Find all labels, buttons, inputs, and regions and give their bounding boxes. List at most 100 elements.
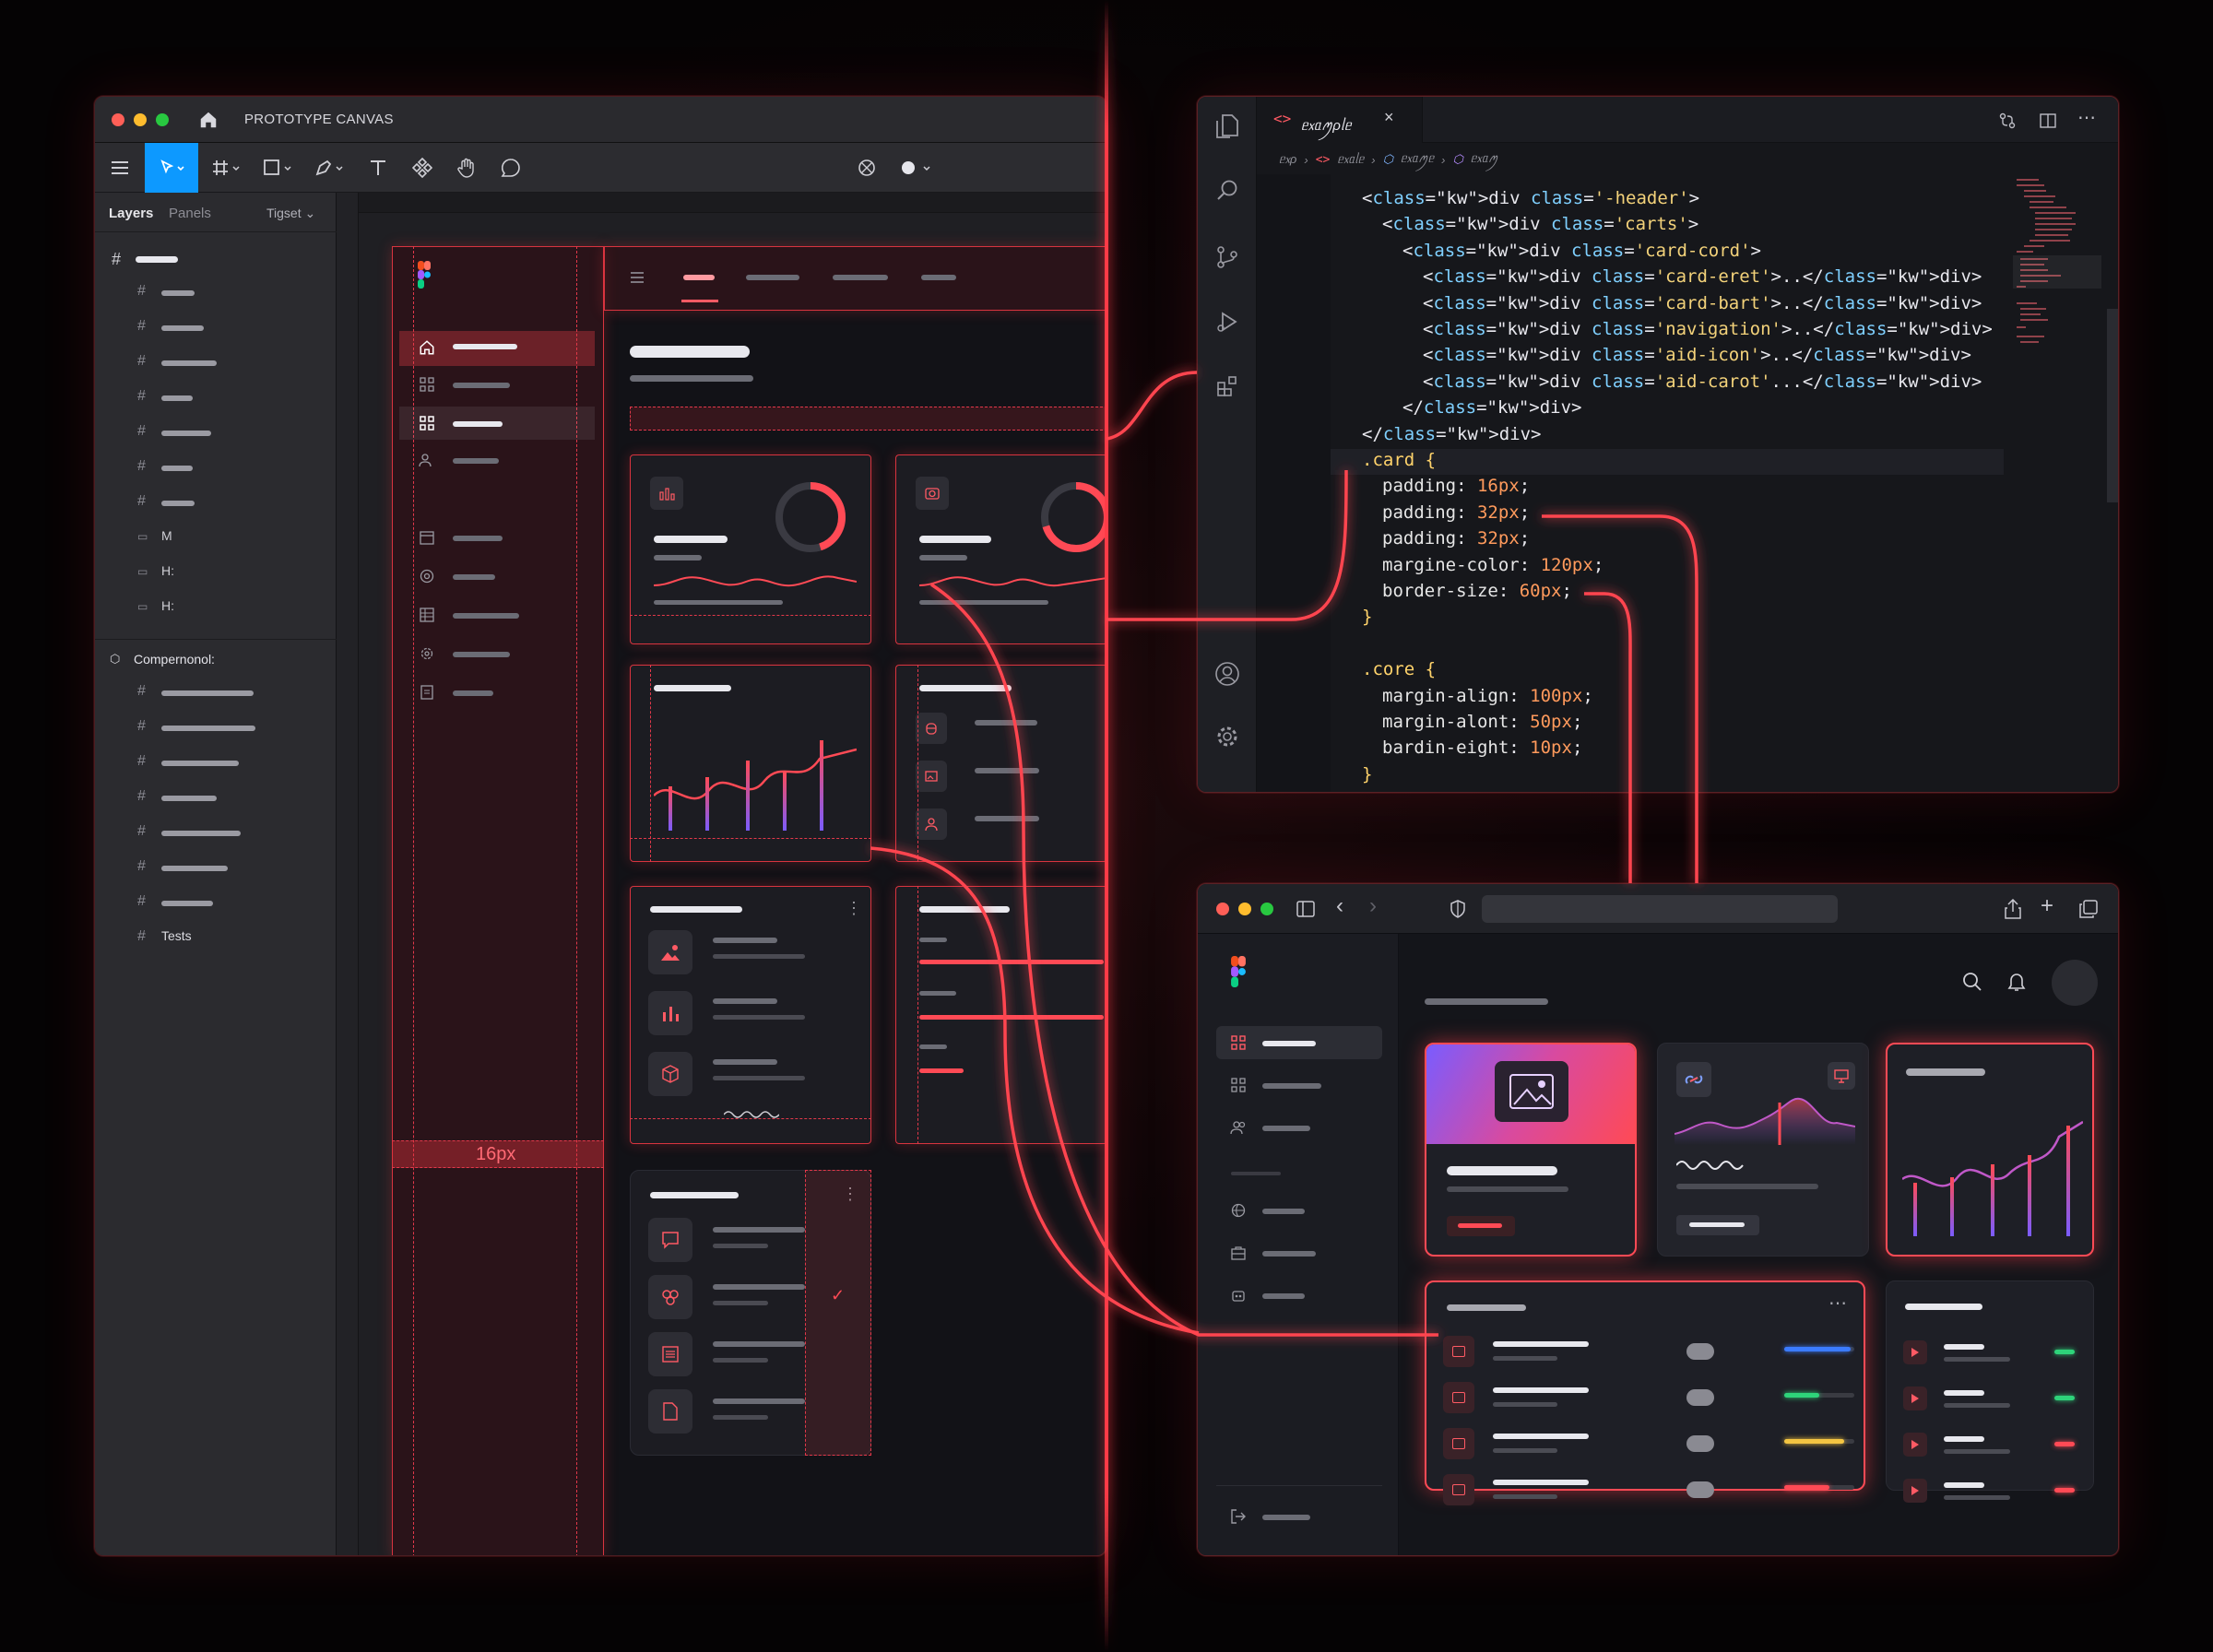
new-tab-icon[interactable]: + [2041, 893, 2053, 919]
bell-icon[interactable] [2004, 969, 2030, 995]
header-tab[interactable] [833, 275, 888, 280]
app-nav-label[interactable] [1262, 1126, 1310, 1131]
layer-name[interactable] [161, 360, 217, 366]
more-icon[interactable]: ⋮ [846, 899, 862, 918]
more-actions-icon[interactable]: ⋯ [1828, 1292, 1847, 1315]
header-tab-active[interactable] [683, 275, 715, 280]
component-name[interactable] [161, 690, 254, 696]
assets-icon[interactable] [853, 154, 881, 182]
code-area[interactable]: <class="kw">div class='-header'> <class="… [1362, 185, 2007, 792]
code-line[interactable]: padding: 32px; [1382, 525, 1530, 551]
breadcrumb-item[interactable]: ᥱ᥊ρ [1279, 152, 1296, 167]
layer-name[interactable] [161, 290, 195, 296]
code-line[interactable]: .card { [1362, 447, 1436, 473]
code-line[interactable]: </class="kw">div> [1362, 421, 1541, 447]
logout-icon[interactable] [1229, 1507, 1248, 1526]
code-line[interactable]: margin-alont: 50px; [1382, 709, 1582, 735]
component-name[interactable] [161, 796, 217, 801]
sidebar-toggle-icon[interactable] [1294, 897, 1318, 921]
back-icon[interactable]: ‹ [1336, 893, 1343, 919]
code-line[interactable]: padding: 16px; [1382, 473, 1530, 499]
prototype-play-icon[interactable] [897, 154, 940, 182]
frame-sidebar[interactable] [392, 246, 604, 1555]
app-card-bar-chart[interactable] [1886, 1043, 2094, 1257]
rectangle-tool-icon[interactable] [261, 154, 298, 182]
app-nav-label[interactable] [1262, 1293, 1305, 1299]
table-row[interactable] [1443, 1428, 1854, 1461]
code-line[interactable]: <class="kw">div class='aid-icon'>..</cla… [1423, 342, 1971, 368]
frame-tool-icon[interactable] [209, 154, 246, 182]
table-row[interactable] [1443, 1474, 1854, 1507]
app-nav-label[interactable] [1262, 1209, 1305, 1214]
code-line[interactable]: <class="kw">div class='navigation'>..</c… [1423, 316, 1993, 342]
code-line[interactable]: margin-align: 100px; [1382, 683, 1593, 709]
layer-name[interactable] [161, 395, 193, 401]
layers-tab[interactable]: Layers [109, 206, 153, 221]
list-item[interactable] [1903, 1386, 2078, 1416]
component-tool-icon[interactable] [408, 154, 436, 182]
toggle-icon[interactable] [1686, 1343, 1714, 1360]
table-row[interactable] [1443, 1336, 1854, 1369]
app-card-sparkline[interactable] [1657, 1043, 1869, 1257]
home-icon[interactable] [196, 108, 220, 132]
comment-tool-icon[interactable] [497, 154, 525, 182]
move-tool-button[interactable] [145, 143, 198, 193]
code-line[interactable]: <class="kw">div class='aid-carot'...</cl… [1423, 369, 1982, 395]
split-editor-icon[interactable] [2037, 110, 2059, 132]
component-name[interactable] [161, 901, 213, 906]
search-icon[interactable] [1213, 176, 1242, 206]
gear-icon[interactable] [1213, 722, 1242, 751]
toggle-icon[interactable] [1686, 1435, 1714, 1452]
minimize-button[interactable] [134, 113, 147, 126]
toggle-icon[interactable] [1686, 1481, 1714, 1498]
layer-frame-name[interactable] [136, 256, 178, 263]
component-name[interactable] [161, 726, 255, 731]
scrollbar-thumb[interactable] [2107, 309, 2118, 502]
header-tab[interactable] [921, 275, 956, 280]
source-control-icon[interactable] [1213, 242, 1242, 272]
avatar[interactable] [2052, 960, 2098, 1006]
address-bar[interactable] [1482, 895, 1838, 923]
close-icon[interactable]: × [1384, 108, 1394, 127]
layer-name[interactable] [161, 325, 204, 331]
tigset-dropdown[interactable]: Tigset ⌄ [266, 206, 315, 221]
close-button[interactable] [112, 113, 124, 126]
code-line[interactable]: } [1362, 604, 1372, 630]
component-tests[interactable]: Tests [161, 928, 192, 943]
layer-name[interactable] [161, 466, 193, 471]
forward-icon[interactable]: › [1369, 893, 1377, 919]
account-icon[interactable] [1213, 659, 1242, 689]
app-nav-label[interactable] [1262, 1515, 1310, 1520]
more-actions-icon[interactable]: ⋯ [2077, 106, 2096, 129]
code-line[interactable]: <class="kw">div class='card-bart'>..</cl… [1423, 290, 1982, 316]
header-tab[interactable] [746, 275, 799, 280]
minimap[interactable] [2011, 174, 2103, 451]
file-tab-title[interactable]: PROTOTYPE CANVAS [244, 112, 394, 127]
code-line[interactable]: padding: 32px; [1382, 500, 1530, 525]
component-name[interactable] [161, 831, 241, 836]
app-card-status-list[interactable] [1886, 1280, 2094, 1503]
shield-icon[interactable] [1447, 897, 1469, 921]
check-icon[interactable]: ✓ [831, 1286, 845, 1305]
breadcrumb-item[interactable]: ᥱ᥊ᥲᥣᥱ [1337, 152, 1364, 167]
extensions-icon[interactable] [1213, 372, 1242, 401]
components-section-label[interactable]: Compernonol: [134, 652, 215, 667]
code-line[interactable]: .core { [1362, 656, 1436, 682]
layer-name[interactable] [161, 431, 211, 436]
minimize-button[interactable] [1238, 903, 1251, 915]
zoom-button[interactable] [156, 113, 169, 126]
run-debug-icon[interactable] [1213, 307, 1242, 336]
menu-icon[interactable] [106, 154, 134, 182]
pen-tool-icon[interactable] [313, 154, 349, 182]
code-line[interactable]: margine-color: 120px; [1382, 552, 1604, 578]
code-line[interactable]: } [1362, 761, 1372, 787]
close-button[interactable] [1216, 903, 1229, 915]
code-line[interactable]: bardin-eight: 10px; [1382, 735, 1582, 761]
explorer-icon[interactable] [1213, 112, 1242, 141]
layer-label-h2[interactable]: H: [161, 598, 174, 613]
code-line[interactable]: </class="kw">div> [1402, 395, 1581, 420]
search-icon[interactable] [1959, 969, 1985, 995]
app-card-progress-table[interactable]: ⋯ [1425, 1280, 1865, 1505]
share-icon[interactable] [2002, 897, 2024, 921]
code-line[interactable]: <class="kw">div class='card-cord'> [1402, 238, 1761, 264]
